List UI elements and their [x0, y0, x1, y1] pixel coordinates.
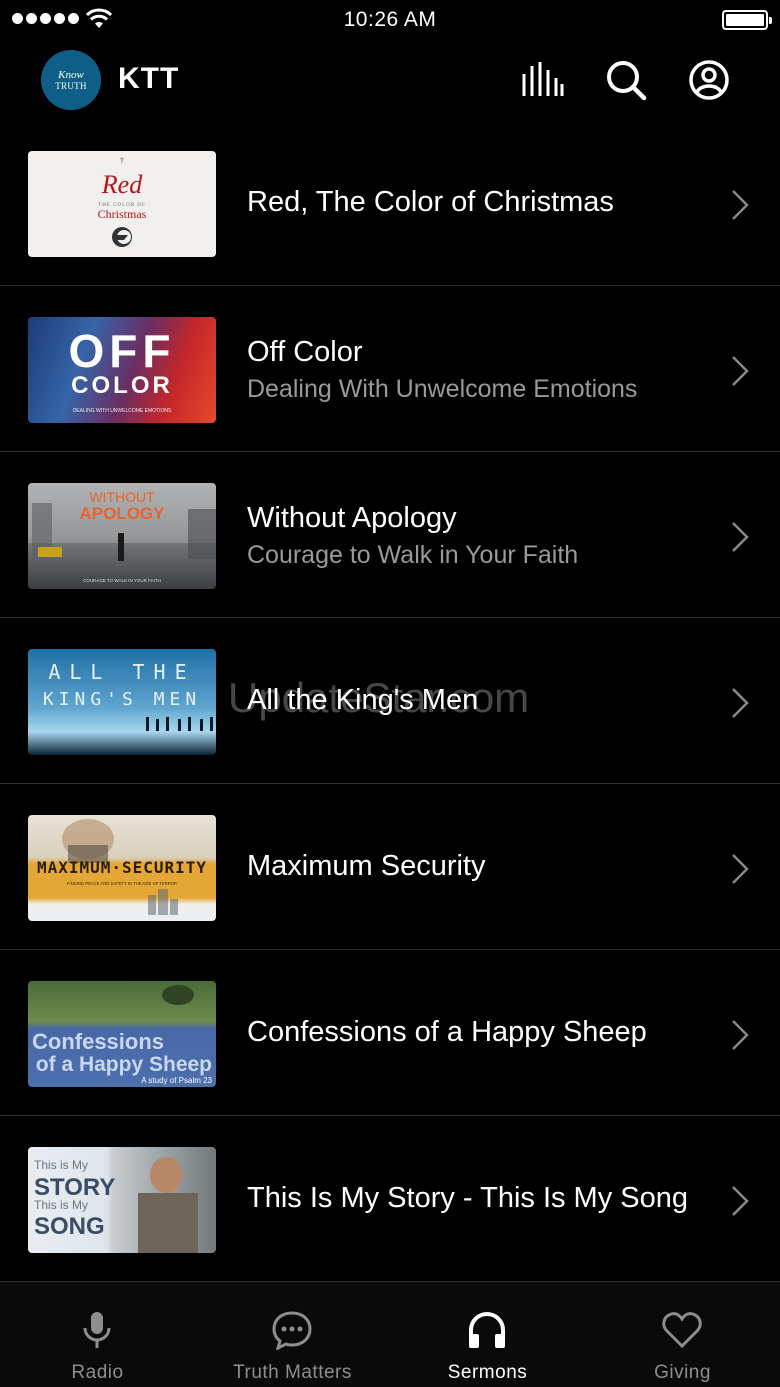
svg-text:Confessions: Confessions	[32, 1029, 164, 1054]
sermon-row[interactable]: This is My STORY This is My SONG This Is…	[0, 1116, 780, 1282]
chevron-right-icon	[732, 854, 749, 884]
sermon-title: Confessions of a Happy Sheep	[247, 1016, 647, 1048]
status-bar: 10:26 AM	[0, 0, 780, 40]
chevron-right-icon	[732, 356, 749, 386]
sermon-thumbnail: † Red THE COLOR OF Christmas	[28, 151, 216, 257]
search-icon[interactable]	[604, 58, 648, 102]
svg-text:Red: Red	[101, 170, 143, 199]
chevron-right-icon	[732, 190, 749, 220]
sermon-row[interactable]: † Red THE COLOR OF Christmas Red, The Co…	[0, 120, 780, 286]
microphone-icon	[83, 1312, 111, 1348]
sermon-text: Confessions of a Happy Sheep	[247, 1016, 690, 1049]
svg-text:This is My: This is My	[34, 1158, 88, 1172]
svg-text:STORY: STORY	[34, 1174, 115, 1201]
nav-bar: Know TRUTH KTT	[0, 40, 780, 120]
status-time: 10:26 AM	[343, 8, 437, 31]
tab-giving[interactable]: Giving	[585, 1282, 780, 1387]
tab-sermons[interactable]: Sermons	[390, 1282, 585, 1387]
sermon-text: This Is My Story - This Is My Song	[247, 1182, 690, 1215]
sermon-title: This Is My Story - This Is My Song	[247, 1182, 689, 1214]
sermon-thumbnail: OFF COLOR DEALING WITH UNWELCOME EMOTION…	[28, 317, 216, 423]
tab-label: Sermons	[447, 1362, 528, 1383]
svg-text:COURAGE TO WALK IN YOUR FAITH: COURAGE TO WALK IN YOUR FAITH	[83, 578, 161, 583]
app-logo[interactable]: Know TRUTH	[41, 50, 101, 110]
sermon-thumbnail: This is My STORY This is My SONG	[28, 1147, 216, 1253]
sermon-list: † Red THE COLOR OF Christmas Red, The Co…	[0, 120, 780, 1282]
svg-text:OFF: OFF	[69, 325, 176, 377]
chevron-right-icon	[732, 522, 749, 552]
tab-radio[interactable]: Radio	[0, 1282, 195, 1387]
sermon-title: Off Color	[247, 336, 363, 368]
sermon-row[interactable]: ALL THE KING'S MEN All the King's Men Up…	[0, 618, 780, 784]
sermon-text: Off Color Dealing With Unwelcome Emotion…	[247, 336, 690, 404]
tab-label: Radio	[71, 1362, 124, 1383]
tab-label: Giving	[654, 1362, 711, 1383]
svg-text:of a Happy Sheep: of a Happy Sheep	[36, 1053, 212, 1076]
sermon-row[interactable]: OFF COLOR DEALING WITH UNWELCOME EMOTION…	[0, 286, 780, 452]
headphones-icon	[469, 1312, 505, 1348]
sermon-text: Without Apology Courage to Walk in Your …	[247, 502, 690, 570]
chat-bubble-icon	[272, 1311, 312, 1350]
sermon-row[interactable]: WITHOUT APOLOGY COURAGE TO WALK IN YOUR …	[0, 452, 780, 618]
svg-text:WITHOUT: WITHOUT	[89, 489, 155, 505]
svg-text:FINDING PEACE AND SAFETY IN TH: FINDING PEACE AND SAFETY IN THE AGE OF T…	[67, 881, 177, 886]
svg-text:DEALING WITH UNWELCOME EMOTION: DEALING WITH UNWELCOME EMOTIONS	[73, 408, 172, 414]
svg-text:†: †	[120, 156, 124, 165]
svg-text:Christmas: Christmas	[98, 207, 147, 221]
svg-text:APOLOGY: APOLOGY	[79, 504, 165, 523]
sermon-thumbnail: ALL THE KING'S MEN	[28, 649, 216, 755]
tab-truth-matters[interactable]: Truth Matters	[195, 1282, 390, 1387]
sermon-row[interactable]: Confessions of a Happy Sheep A study of …	[0, 950, 780, 1116]
account-icon[interactable]	[687, 58, 731, 102]
sermon-subtitle: Courage to Walk in Your Faith	[247, 541, 579, 569]
svg-text:A study of Psalm 23: A study of Psalm 23	[141, 1076, 212, 1085]
svg-text:MAXIMUM·SECURITY: MAXIMUM·SECURITY	[37, 858, 207, 877]
chevron-right-icon	[732, 688, 749, 718]
sermon-text: Red, The Color of Christmas	[247, 186, 690, 219]
watermark: UpdateStar.com	[228, 674, 530, 721]
sermon-text: Maximum Security	[247, 850, 690, 883]
tab-label: Truth Matters	[233, 1362, 352, 1383]
sermon-title: Maximum Security	[247, 850, 486, 882]
chevron-right-icon	[732, 1020, 749, 1050]
sermon-row[interactable]: MAXIMUM·SECURITY FINDING PEACE AND SAFET…	[0, 784, 780, 950]
tab-bar: Radio Truth Matters Sermons Giving	[0, 1281, 780, 1387]
equalizer-icon[interactable]	[520, 58, 564, 102]
sermon-thumbnail: MAXIMUM·SECURITY FINDING PEACE AND SAFET…	[28, 815, 216, 921]
battery-icon	[722, 10, 772, 30]
svg-text:This is My: This is My	[34, 1198, 88, 1212]
svg-text:KING'S MEN: KING'S MEN	[43, 689, 201, 710]
app-title: KTT	[118, 62, 180, 95]
sermon-title: Without Apology	[247, 502, 457, 534]
sermon-thumbnail: Confessions of a Happy Sheep A study of …	[28, 981, 216, 1087]
sermon-title: Red, The Color of Christmas	[247, 186, 614, 218]
sermon-subtitle: Dealing With Unwelcome Emotions	[247, 375, 638, 403]
svg-text:ALL THE: ALL THE	[48, 660, 195, 684]
chevron-right-icon	[732, 1186, 749, 1216]
svg-text:COLOR: COLOR	[71, 372, 173, 399]
heart-icon	[662, 1312, 702, 1349]
sermon-thumbnail: WITHOUT APOLOGY COURAGE TO WALK IN YOUR …	[28, 483, 216, 589]
svg-text:SONG: SONG	[34, 1213, 105, 1240]
